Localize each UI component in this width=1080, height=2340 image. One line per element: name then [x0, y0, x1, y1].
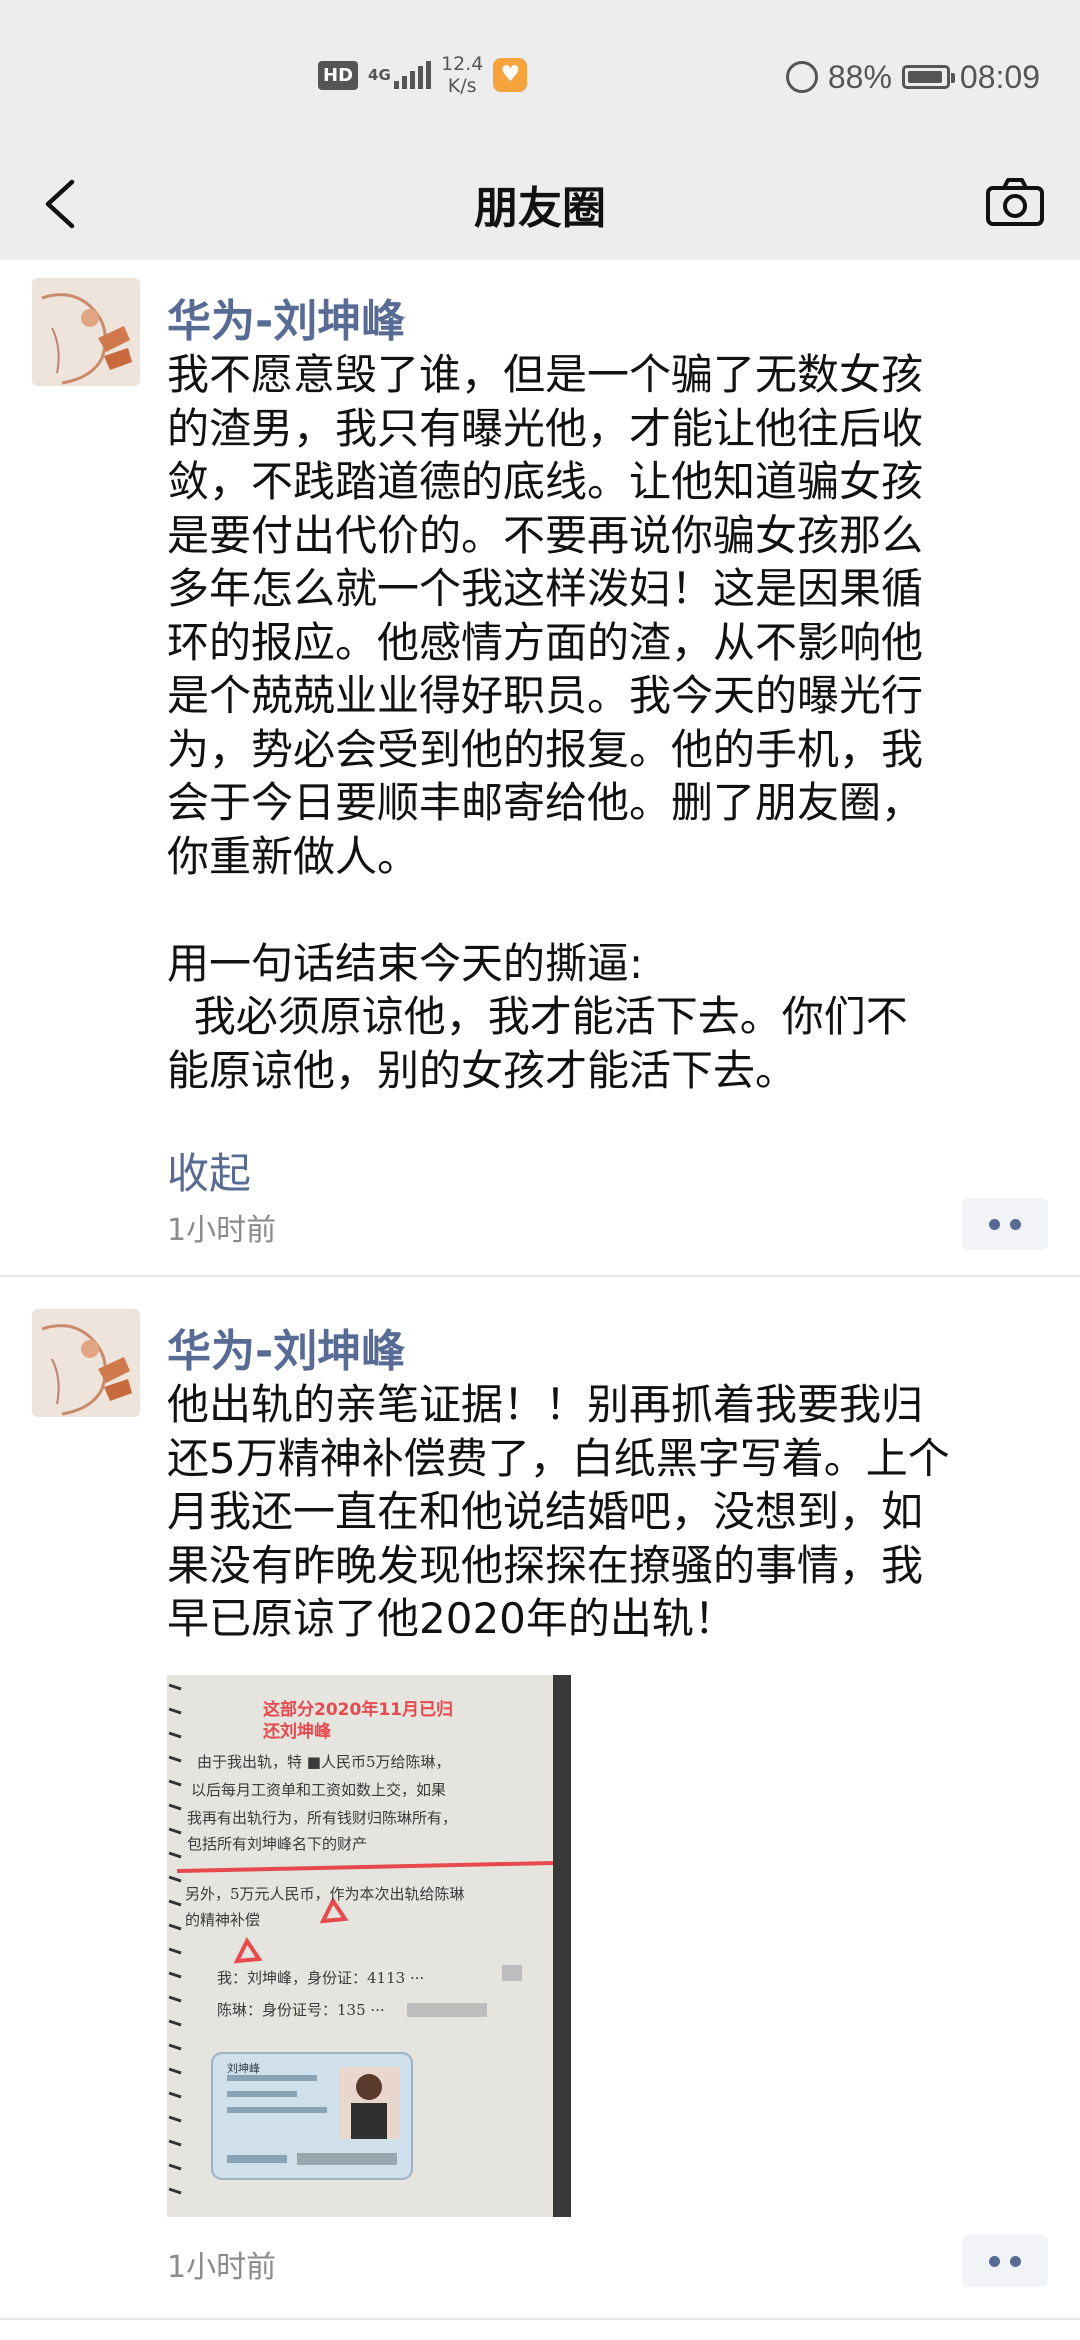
post-text: 我不愿意毁了谁，但是一个骗了无数女孩 的渣男，我只有曝光他，才能让他往后收 敛，…: [167, 350, 924, 1095]
battery-percent: 88%: [827, 58, 892, 95]
post-time: 1小时前: [167, 1213, 277, 1248]
post-photo[interactable]: 这部分2020年11月已归 还刘坤峰 由于我出轨，特 ■人民币5万给陈琳， 以后…: [167, 1675, 571, 2217]
collapse-link[interactable]: 收起: [167, 1140, 251, 1201]
status-right: 88% 08:09: [785, 56, 1040, 98]
photo-handwriting-line: 我再有出轨行为，所有钱财归陈琳所有，: [187, 1809, 458, 1827]
id-card-name: 刘坤峰: [227, 2062, 260, 2075]
avatar[interactable]: [32, 278, 140, 386]
speed-unit: K/s: [447, 75, 477, 97]
speed-value: 12.4: [441, 53, 484, 75]
status-bar: HD 4G 12.4 K/s ♥ 88% 08:09: [0, 0, 1080, 150]
post-divider: [0, 2318, 1080, 2320]
camera-icon[interactable]: [980, 168, 1050, 238]
more-options-button[interactable]: [962, 2235, 1048, 2287]
avatar[interactable]: [32, 1309, 140, 1417]
photo-handwriting-line: 包括所有刘坤峰名下的财产: [187, 1835, 368, 1853]
status-left: HD 4G 12.4 K/s ♥: [318, 52, 528, 98]
author-name[interactable]: 华为-刘坤峰: [167, 285, 405, 349]
photo-handwriting-line: 的精神补偿: [185, 1911, 261, 1929]
alarm-icon: [785, 61, 818, 93]
hd-badge: HD: [318, 60, 359, 90]
photo-handwriting-line: 由于我出轨，特 ■人民币5万给陈琳，: [197, 1753, 451, 1771]
network-speed: 12.4 K/s: [441, 53, 483, 97]
post-time: 1小时前: [167, 2250, 277, 2285]
photo-handwriting-line: 另外，5万元人民币，作为本次出轨给陈琳: [185, 1885, 465, 1903]
nav-bar: 朋友圈: [0, 150, 1080, 260]
author-name[interactable]: 华为-刘坤峰: [167, 1315, 405, 1379]
photo-handwriting-line: 陈琳：身份证号：135 ···: [217, 2001, 385, 2019]
notification-app-icon: ♥: [493, 58, 528, 92]
photo-handwriting-line: 我：刘坤峰，身份证：4113 ···: [217, 1969, 425, 1987]
post-text: 他出轨的亲笔证据！！别再抓着我要我归 还5万精神补偿费了，白纸黑字写着。上个 月…: [167, 1380, 950, 1643]
page-title: 朋友圈: [474, 183, 606, 234]
signal-icon: 4G: [368, 61, 432, 89]
moment-post: 华为-刘坤峰 我不愿意毁了谁，但是一个骗了无数女孩 的渣男，我只有曝光他，才能让…: [0, 260, 1080, 1275]
more-options-button[interactable]: [962, 1198, 1048, 1250]
moment-post: 华为-刘坤峰 他出轨的亲笔证据！！别再抓着我要我归 还5万精神补偿费了，白纸黑字…: [0, 1277, 1080, 2340]
photo-header-2: 还刘坤峰: [263, 1722, 331, 1742]
clock: 08:09: [959, 58, 1040, 95]
battery-icon: [901, 65, 955, 89]
network-type: 4G: [368, 66, 391, 84]
photo-handwriting-line: 以后每月工资单和工资如数上交，如果: [191, 1781, 447, 1799]
